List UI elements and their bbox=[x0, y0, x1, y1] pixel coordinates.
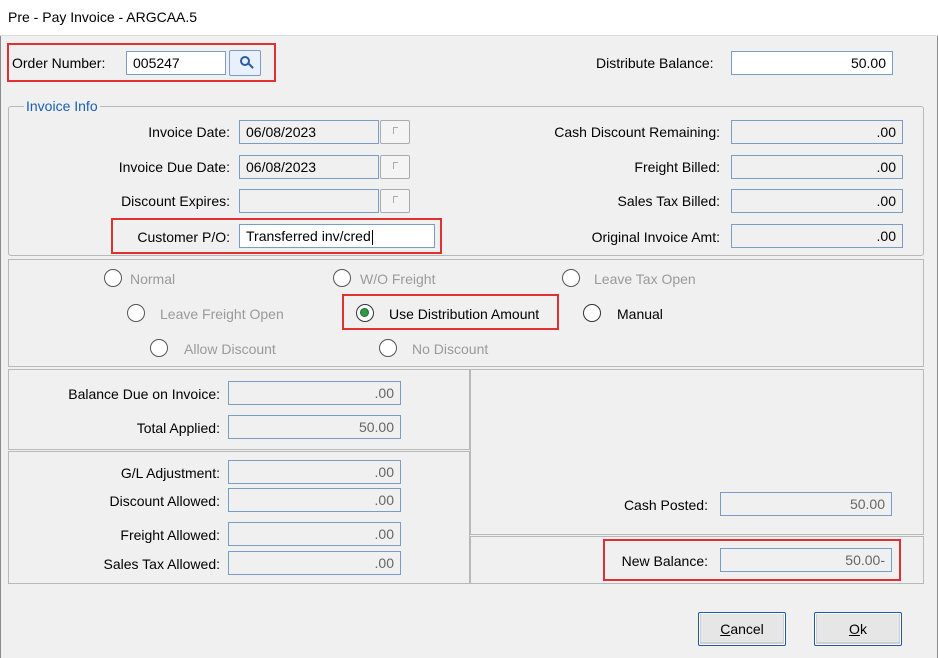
sales-tax-billed-input[interactable]: .00 bbox=[731, 189, 903, 213]
discount-expires-calendar-button[interactable] bbox=[380, 189, 410, 213]
radio-no-discount[interactable] bbox=[379, 339, 397, 357]
radio-manual[interactable] bbox=[583, 304, 601, 322]
invoice-due-date-calendar-button[interactable] bbox=[380, 155, 410, 179]
radio-manual-label: Manual bbox=[617, 306, 663, 322]
balance-due-input[interactable]: .00 bbox=[228, 381, 401, 405]
invoice-date-label: Invoice Date: bbox=[148, 124, 230, 140]
gl-adjustment-label: G/L Adjustment: bbox=[120, 465, 220, 481]
discount-expires-label: Discount Expires: bbox=[121, 193, 230, 209]
invoice-info-group-label: Invoice Info bbox=[24, 98, 100, 114]
highlight-use-distribution-amount bbox=[342, 294, 559, 330]
radio-allow-discount[interactable] bbox=[150, 339, 168, 357]
cash-posted-input[interactable]: 50.00 bbox=[720, 492, 892, 516]
radio-leave-tax-open-label: Leave Tax Open bbox=[594, 271, 696, 287]
sales-tax-allowed-input[interactable]: .00 bbox=[228, 551, 401, 575]
freight-allowed-label: Freight Allowed: bbox=[120, 527, 220, 543]
cash-discount-remaining-label: Cash Discount Remaining: bbox=[554, 124, 720, 140]
freight-billed-input[interactable]: .00 bbox=[731, 155, 903, 179]
highlight-order-number bbox=[7, 43, 276, 82]
cash-posted-label: Cash Posted: bbox=[623, 497, 708, 513]
gl-adjustment-input[interactable]: .00 bbox=[228, 460, 401, 484]
radio-leave-freight-open[interactable] bbox=[127, 304, 145, 322]
original-invoice-amt-input[interactable]: .00 bbox=[731, 224, 903, 248]
cancel-button-label: ancel bbox=[730, 621, 764, 637]
ok-button-mnemonic: O bbox=[849, 621, 860, 637]
radio-no-discount-label: No Discount bbox=[412, 341, 489, 357]
cash-discount-remaining-input[interactable]: .00 bbox=[731, 120, 903, 144]
radio-wo-freight-label: W/O Freight bbox=[360, 271, 436, 287]
invoice-due-date-label: Invoice Due Date: bbox=[118, 159, 230, 175]
radio-leave-freight-open-label: Leave Freight Open bbox=[160, 306, 284, 322]
discount-allowed-label: Discount Allowed: bbox=[109, 493, 220, 509]
original-invoice-amt-label: Original Invoice Amt: bbox=[591, 229, 720, 245]
total-applied-label: Total Applied: bbox=[136, 420, 220, 436]
invoice-date-calendar-button[interactable] bbox=[380, 120, 410, 144]
distribute-balance-label: Distribute Balance: bbox=[596, 55, 714, 71]
radio-wo-freight[interactable] bbox=[333, 269, 351, 287]
invoice-due-date-input[interactable]: 06/08/2023 bbox=[239, 155, 379, 179]
ok-button-label: k bbox=[859, 621, 867, 637]
balance-due-label: Balance Due on Invoice: bbox=[68, 386, 220, 402]
cancel-button[interactable]: Cancel bbox=[698, 612, 786, 646]
total-applied-input[interactable]: 50.00 bbox=[228, 415, 401, 439]
highlight-new-balance bbox=[603, 539, 901, 581]
highlight-customer-po bbox=[111, 218, 442, 254]
radio-normal-label: Normal bbox=[130, 271, 176, 287]
cancel-button-mnemonic: C bbox=[720, 621, 731, 637]
distribute-balance-input[interactable]: 50.00 bbox=[731, 51, 893, 75]
window-title: Pre - Pay Invoice - ARGCAA.5 bbox=[8, 9, 198, 25]
freight-allowed-input[interactable]: .00 bbox=[228, 522, 401, 546]
invoice-date-input[interactable]: 06/08/2023 bbox=[239, 120, 379, 144]
freight-billed-label: Freight Billed: bbox=[634, 159, 720, 175]
discount-expires-input[interactable] bbox=[239, 189, 379, 213]
sales-tax-allowed-label: Sales Tax Allowed: bbox=[103, 556, 220, 572]
radio-normal[interactable] bbox=[104, 269, 122, 287]
radio-leave-tax-open[interactable] bbox=[562, 269, 580, 287]
sales-tax-billed-label: Sales Tax Billed: bbox=[617, 193, 720, 209]
discount-allowed-input[interactable]: .00 bbox=[228, 488, 401, 512]
ok-button[interactable]: Ok bbox=[814, 612, 902, 646]
radio-allow-discount-label: Allow Discount bbox=[184, 341, 276, 357]
title-bar: Pre - Pay Invoice - ARGCAA.5 bbox=[0, 0, 938, 36]
